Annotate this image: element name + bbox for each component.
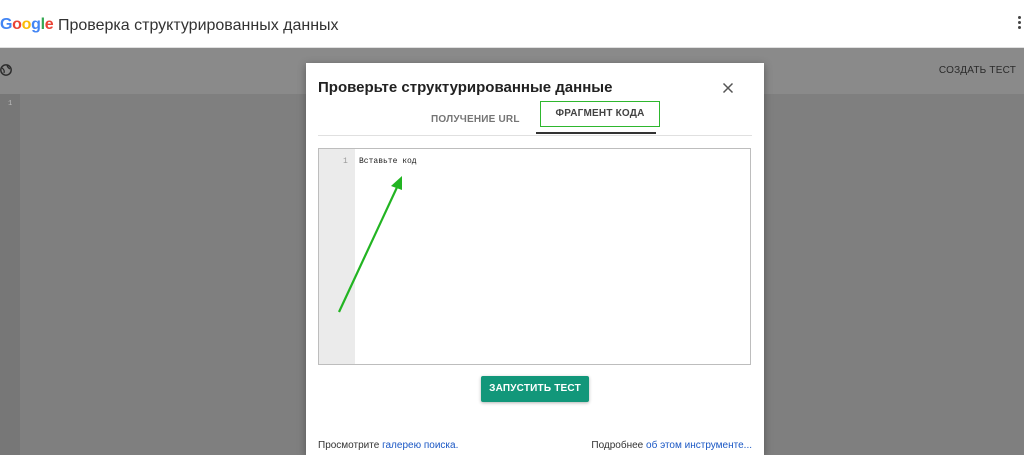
footer-about: Подробнее об этом инструменте... [591, 440, 752, 451]
editor-line-number: 1 [343, 157, 348, 166]
validate-dialog: Проверьте структурированные данные ПОЛУЧ… [306, 63, 764, 455]
footer-gallery: Просмотрите галерею поиска. [318, 440, 458, 451]
background-editor-gutter [0, 94, 20, 455]
tab-fetch-url[interactable]: ПОЛУЧЕНИЕ URL [431, 114, 520, 125]
tab-bar: ПОЛУЧЕНИЕ URL ФРАГМЕНТ КОДА [318, 99, 752, 136]
search-gallery-link[interactable]: галерею поиска. [382, 440, 458, 451]
logo-letter: o [21, 16, 32, 33]
dialog-title: Проверьте структурированные данные [318, 79, 613, 96]
logo-letter: G [0, 16, 13, 33]
logo-letter: g [31, 16, 41, 33]
about-tool-link[interactable]: об этом инструменте... [646, 440, 752, 451]
footer-about-text: Подробнее [591, 440, 647, 451]
logo-letter: o [12, 16, 22, 33]
top-bar: Google Проверка структурированных данных [0, 0, 1024, 48]
globe-icon[interactable] [0, 64, 12, 76]
tab-code-snippet[interactable]: ФРАГМЕНТ КОДА [540, 101, 660, 127]
create-test-button[interactable]: СОЗДАТЬ ТЕСТ [939, 65, 1016, 76]
google-logo[interactable]: Google [0, 16, 54, 34]
background-line-number: 1 [8, 100, 13, 108]
run-test-button[interactable]: ЗАПУСТИТЬ ТЕСТ [481, 376, 589, 402]
close-icon[interactable] [720, 80, 736, 96]
more-menu-icon[interactable] [1018, 14, 1022, 34]
active-tab-indicator [536, 132, 656, 134]
logo-letter: e [44, 16, 54, 33]
editor-placeholder[interactable]: Вставьте код [359, 157, 417, 166]
app-title: Проверка структурированных данных [58, 17, 339, 34]
editor-gutter [319, 149, 355, 364]
footer-gallery-text: Просмотрите [318, 440, 383, 451]
code-editor[interactable]: 1 Вставьте код [318, 148, 751, 365]
